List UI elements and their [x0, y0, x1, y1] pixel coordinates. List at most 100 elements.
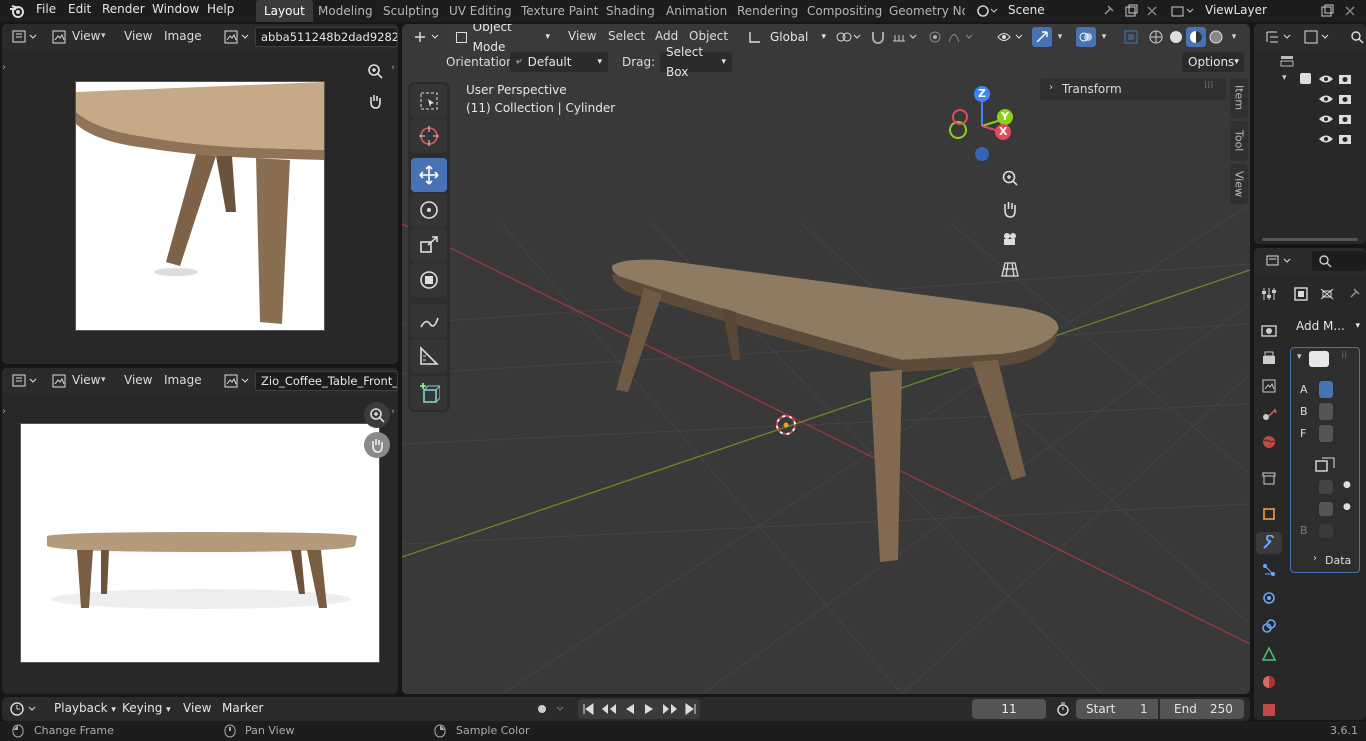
snap-icon[interactable] [868, 27, 888, 47]
menu-window[interactable]: Window [152, 2, 199, 16]
view-dropdown[interactable]: View [72, 29, 100, 43]
data-subpanel-label[interactable]: Data [1325, 554, 1351, 567]
modifier-toggle[interactable] [1319, 524, 1333, 538]
xray-icon[interactable] [1122, 27, 1140, 47]
menu-view[interactable]: View [568, 29, 596, 43]
zoom-icon[interactable] [364, 402, 390, 428]
view-menu[interactable]: View [124, 29, 152, 43]
view-mode-icon[interactable] [50, 372, 68, 390]
start-frame-field[interactable]: Start 1 [1076, 699, 1158, 719]
camera-render-icon[interactable] [1338, 92, 1352, 106]
drag-handle-icon[interactable]: ⁞⁞ [1341, 350, 1347, 361]
stopwatch-icon[interactable] [1054, 700, 1072, 718]
image-browse-icon[interactable] [222, 372, 252, 390]
close-view-layer-icon[interactable] [1342, 2, 1358, 20]
image-filename-field[interactable]: Zio_Coffee_Table_Front_1.jpg [255, 371, 398, 391]
zoom-icon[interactable] [997, 165, 1023, 191]
pan-hand-icon[interactable] [364, 432, 390, 458]
tab-compositing[interactable]: Compositing [799, 0, 890, 22]
3d-viewport[interactable]: Object Mode ▾ View Select Add Object Glo… [402, 24, 1250, 694]
chevron-right-icon[interactable]: › [1313, 553, 1317, 564]
display-mode-icon[interactable] [1302, 27, 1332, 47]
menu-edit[interactable]: Edit [68, 2, 91, 16]
menu-help[interactable]: Help [207, 2, 234, 16]
tab-item[interactable]: Item [1230, 78, 1248, 118]
add-modifier-button[interactable]: Add M... ▾ [1290, 316, 1360, 336]
modifier-pin-icon[interactable] [1292, 285, 1310, 303]
tab-rendering[interactable]: Rendering [729, 0, 806, 22]
physics-icon[interactable] [1260, 589, 1278, 607]
drag-handle-icon[interactable]: ⁞⁞⁞ [1204, 80, 1214, 91]
modifier-object-icon[interactable] [1313, 454, 1337, 474]
editor-type-icon[interactable] [1264, 27, 1294, 47]
tab-sculpting[interactable]: Sculpting [375, 0, 447, 22]
properties-search-field[interactable] [1312, 251, 1366, 271]
eye-icon[interactable] [1318, 92, 1334, 106]
annotate-tool-icon[interactable] [411, 304, 447, 338]
menu-render[interactable]: Render [102, 2, 145, 16]
scrollbar[interactable] [1262, 238, 1358, 241]
tab-geometry-nodes[interactable]: Geometry Noc [881, 0, 965, 22]
output-icon[interactable] [1260, 349, 1278, 367]
modifier-toggle[interactable] [1319, 502, 1333, 516]
menu-file[interactable]: File [36, 2, 56, 16]
modifier-field-b[interactable] [1319, 403, 1333, 420]
editor-type-icon[interactable] [412, 27, 442, 47]
next-keyframe-icon[interactable] [662, 703, 678, 715]
texture-icon[interactable] [1260, 703, 1278, 717]
view-layer-name[interactable]: ViewLayer [1205, 3, 1267, 17]
outliner-row[interactable] [1280, 130, 1366, 150]
select-box-tool-icon[interactable] [411, 84, 447, 118]
checkbox-icon[interactable] [1300, 73, 1311, 84]
view-dropdown[interactable]: View [72, 373, 100, 387]
editor-type-icon[interactable] [1264, 251, 1294, 271]
filter-icon[interactable] [1278, 52, 1296, 70]
end-frame-field[interactable]: End 250 [1160, 699, 1244, 719]
image-menu[interactable]: Image [164, 373, 202, 387]
snap-target-icon[interactable] [890, 27, 920, 47]
play-icon[interactable] [643, 703, 655, 715]
new-view-layer-icon[interactable] [1318, 2, 1336, 20]
tool-settings-icon[interactable] [1260, 285, 1278, 303]
auto-keying-icon[interactable] [532, 700, 568, 718]
tab-shading[interactable]: Shading [598, 0, 663, 22]
visibility-icon[interactable] [996, 27, 1026, 47]
editor-type-icon[interactable] [10, 27, 40, 47]
mesh-data-icon[interactable] [1260, 645, 1278, 663]
menu-add[interactable]: Add [655, 29, 678, 43]
chevron-right-icon[interactable]: › [2, 62, 6, 73]
tab-layout[interactable]: Layout [256, 0, 313, 22]
constraints-icon[interactable] [1260, 617, 1278, 635]
expand-toggle-icon[interactable]: ▾ [1297, 352, 1302, 362]
view-menu[interactable]: View [183, 701, 211, 715]
object-icon[interactable] [1260, 505, 1278, 523]
perspective-grid-icon[interactable] [997, 256, 1023, 282]
camera-render-icon[interactable] [1338, 72, 1352, 86]
outliner-row[interactable] [1280, 110, 1366, 130]
chevron-left-icon[interactable]: ‹ [391, 406, 395, 417]
tab-view[interactable]: View [1230, 164, 1248, 204]
particles-icon[interactable] [1260, 561, 1278, 579]
chevron-right-icon[interactable]: › [2, 406, 6, 417]
close-scene-icon[interactable] [1144, 2, 1160, 20]
rotate-tool-icon[interactable] [411, 193, 447, 227]
new-scene-icon[interactable] [1122, 2, 1140, 20]
image-filename-field[interactable]: abba511248b2dad92822cc [255, 27, 398, 47]
pin-icon[interactable] [1346, 285, 1362, 303]
eye-icon[interactable] [1318, 132, 1334, 146]
scene-name[interactable]: Scene [1008, 3, 1045, 17]
tab-texture-paint[interactable]: Texture Paint [513, 0, 606, 22]
cursor-tool-icon[interactable] [411, 119, 447, 153]
scale-tool-icon[interactable] [411, 228, 447, 262]
measure-tool-icon[interactable] [411, 339, 447, 373]
scene-icon[interactable] [974, 2, 1000, 20]
play-reverse-icon[interactable] [624, 703, 636, 715]
marker-menu[interactable]: Marker [222, 701, 263, 715]
move-tool-icon[interactable] [411, 158, 447, 192]
menu-select[interactable]: Select [608, 29, 645, 43]
material-icon[interactable] [1260, 673, 1278, 691]
tab-modeling[interactable]: Modeling [310, 0, 381, 22]
modifier-link-icon[interactable] [1318, 285, 1336, 303]
scene-icon[interactable] [1260, 405, 1278, 423]
falloff-icon[interactable] [946, 27, 976, 47]
